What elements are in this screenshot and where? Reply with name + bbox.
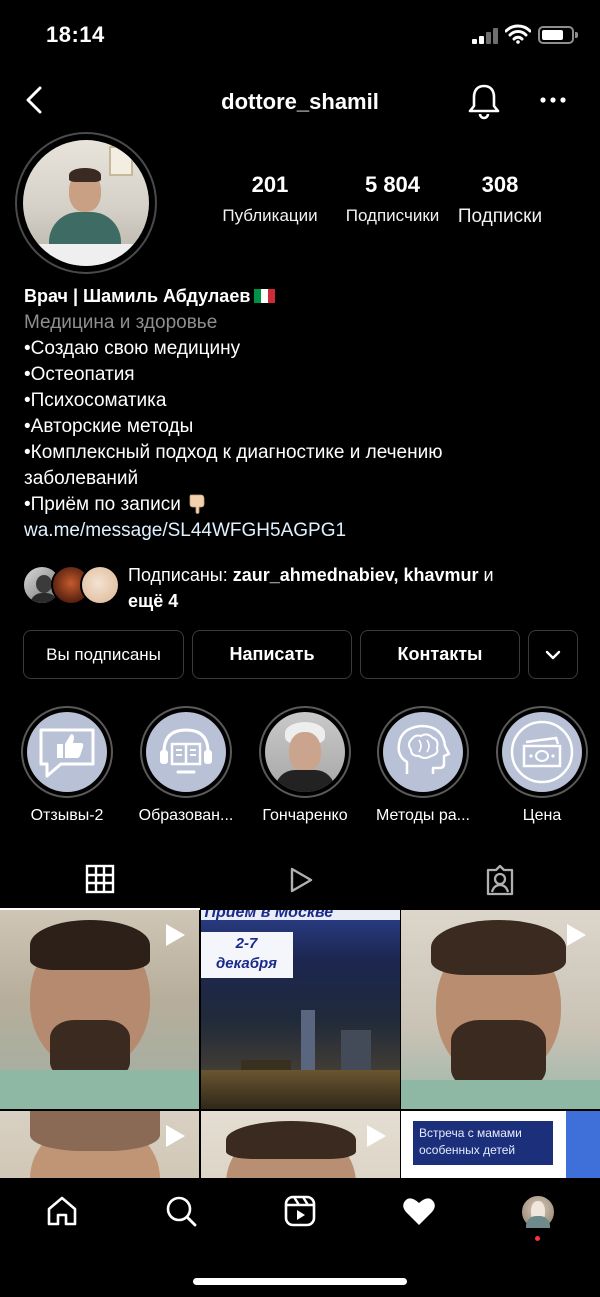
money-icon <box>510 720 574 784</box>
tab-home[interactable] <box>32 1194 92 1244</box>
mutual-followers-text: Подписаны: zaur_ahmednabiev, khavmur и е… <box>128 565 494 611</box>
profile-content-tabs <box>0 850 600 910</box>
highlight-label: Методы ра... <box>376 807 470 824</box>
highlight-label: Цена <box>522 807 562 824</box>
mutual-follower-avatar <box>80 565 120 605</box>
highlight-methods[interactable]: Методы ра... <box>368 706 478 825</box>
profile-category: Медицина и здоровье <box>24 312 218 333</box>
post-thumbnail[interactable] <box>401 910 600 1109</box>
video-play-icon <box>166 1125 185 1147</box>
notification-dot <box>535 1236 540 1241</box>
highlight-goncharenko[interactable]: Гончаренко <box>250 706 360 825</box>
bio-line-appointment: •Приём по записи <box>24 492 584 518</box>
post-thumbnail[interactable] <box>0 910 199 1109</box>
tab-tagged[interactable] <box>400 850 600 910</box>
suggested-accounts-button[interactable] <box>528 630 578 679</box>
following-button[interactable]: Вы подписаны <box>23 630 184 679</box>
post-caption: Встреча с мамами особенных детей <box>413 1121 553 1165</box>
brain-head-icon <box>397 724 451 774</box>
profile-bio: Врач | Шамиль Абдулаев Медицина и здоров… <box>24 284 584 544</box>
status-bar: 18:14 <box>0 0 600 72</box>
bio-link[interactable]: wa.me/message/SL44WFGH5AGPG1 <box>24 518 584 544</box>
grid-icon <box>85 864 115 894</box>
post-caption: Приём в Москве <box>204 910 334 921</box>
battery-icon <box>538 26 578 44</box>
bio-line: •Психосоматика <box>24 390 167 411</box>
post-thumbnail[interactable] <box>0 1111 199 1178</box>
video-play-icon <box>567 924 586 946</box>
book-headset-icon <box>160 728 212 774</box>
profile-username: dottore_shamil <box>221 89 379 114</box>
contacts-button[interactable]: Контакты <box>360 630 520 679</box>
italy-flag-icon <box>254 289 276 303</box>
search-icon <box>166 1196 197 1227</box>
highlight-label: Образован... <box>138 807 234 824</box>
more-options-icon[interactable] <box>538 88 568 112</box>
reels-icon <box>284 1195 316 1227</box>
highlight-label: Отзывы-2 <box>30 807 104 824</box>
bio-line: заболеваний <box>24 468 139 489</box>
highlight-label: Гончаренко <box>262 807 348 824</box>
profile-header: dottore_shamil <box>0 72 600 130</box>
tab-reels[interactable] <box>270 1194 330 1244</box>
tagged-user-icon <box>486 864 514 896</box>
stat-following-label: Подписки <box>457 206 543 227</box>
chevron-down-icon <box>545 650 561 659</box>
home-indicator[interactable] <box>193 1278 407 1285</box>
video-play-icon <box>166 924 185 946</box>
tab-search[interactable] <box>151 1194 211 1244</box>
highlight-education[interactable]: Образован... <box>131 706 241 825</box>
bio-line: •Авторские методы <box>24 416 194 437</box>
profile-display-name: Врач | Шамиль Абдулаев <box>24 284 584 308</box>
profile-action-buttons: Вы подписаны Написать Контакты <box>23 630 578 680</box>
stat-posts-count: 201 <box>251 172 289 197</box>
cellular-signal-icon <box>472 28 500 44</box>
stat-posts-label: Публикации <box>222 206 318 225</box>
home-icon <box>47 1196 77 1226</box>
stat-following[interactable]: 308 Подписки <box>450 172 550 228</box>
post-thumbnail[interactable] <box>200 1111 400 1178</box>
profile-avatar[interactable] <box>23 140 149 266</box>
tab-posts-grid[interactable] <box>0 850 200 910</box>
message-button[interactable]: Написать <box>192 630 352 679</box>
reels-play-icon <box>290 867 313 893</box>
story-highlights: Отзывы-2 Образован... Гончаренко Методы … <box>0 706 600 836</box>
tab-reels[interactable] <box>200 850 400 910</box>
bottom-tab-bar <box>0 1178 600 1297</box>
post-thumbnail[interactable]: Встреча с мамами особенных детей <box>401 1111 600 1178</box>
notification-bell-icon[interactable] <box>466 82 502 120</box>
profile-avatar-mini <box>520 1194 556 1230</box>
bio-line: •Остеопатия <box>24 364 135 385</box>
thumbs-up-chat-icon <box>39 728 95 778</box>
tab-activity[interactable] <box>389 1194 449 1244</box>
stat-following-count: 308 <box>481 172 519 197</box>
stat-followers-count: 5 804 <box>364 172 421 197</box>
wifi-icon <box>505 24 531 44</box>
bio-line: •Комплексный подход к диагностике и лече… <box>24 442 443 463</box>
status-time: 18:14 <box>46 22 105 47</box>
profile-stats: 201 Публикации 5 804 Подписчики 308 Подп… <box>200 172 580 232</box>
highlight-price[interactable]: Цена <box>487 706 597 825</box>
post-date: 2-7 декабря <box>215 935 278 972</box>
highlight-reviews[interactable]: Отзывы-2 <box>12 706 122 825</box>
mutual-followers[interactable]: Подписаны: zaur_ahmednabiev, khavmur и е… <box>22 560 582 616</box>
stat-followers-label: Подписчики <box>345 206 440 225</box>
posts-grid: Приём в Москве 2-7 декабря Встреча с мам… <box>0 910 600 1178</box>
post-thumbnail[interactable]: Приём в Москве 2-7 декабря <box>200 910 400 1109</box>
stat-followers[interactable]: 5 804 Подписчики <box>330 172 455 226</box>
bio-line: •Создаю свою медицину <box>24 338 241 359</box>
video-play-icon <box>366 1125 386 1147</box>
stat-posts[interactable]: 201 Публикации <box>210 172 330 226</box>
activity-heart-icon <box>403 1198 435 1225</box>
pointing-down-hand-icon <box>189 494 205 514</box>
